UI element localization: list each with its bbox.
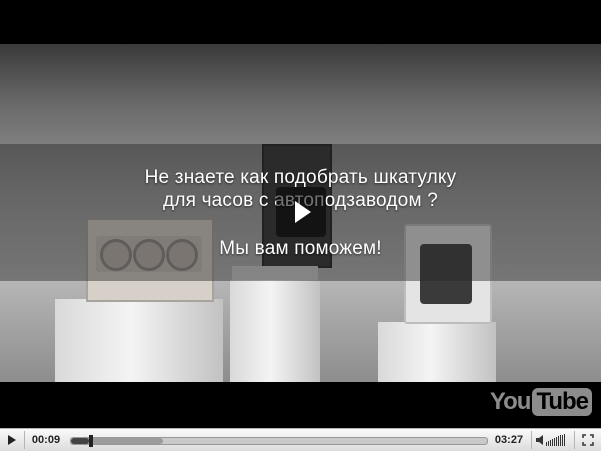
fullscreen-icon[interactable] xyxy=(576,429,600,451)
play-icon[interactable] xyxy=(0,429,24,451)
overlay-text-line-1: Не знаете как подобрать шкатулку xyxy=(144,167,457,188)
overlay-text-line-3: Мы вам поможем! xyxy=(219,238,382,259)
progress-played xyxy=(71,438,89,444)
separator xyxy=(24,431,25,449)
logo-text-you: You xyxy=(489,388,532,415)
separator xyxy=(531,431,532,449)
pedestal-left xyxy=(55,299,223,382)
separator xyxy=(574,431,575,449)
big-play-button[interactable] xyxy=(276,187,326,237)
pedestal-right xyxy=(378,322,496,382)
youtube-logo[interactable]: You Tube xyxy=(490,388,592,416)
current-time: 00:09 xyxy=(31,434,61,446)
duration: 03:27 xyxy=(494,434,524,446)
logo-text-tube: Tube xyxy=(532,388,592,416)
volume-icon[interactable] xyxy=(534,429,572,451)
pedestal-center xyxy=(230,280,320,382)
progress-handle[interactable] xyxy=(88,435,93,447)
video-player[interactable]: Не знаете как подобрать шкатулку для час… xyxy=(0,0,601,451)
control-bar: 00:09 03:27 xyxy=(0,428,601,451)
progress-bar[interactable] xyxy=(70,435,488,447)
